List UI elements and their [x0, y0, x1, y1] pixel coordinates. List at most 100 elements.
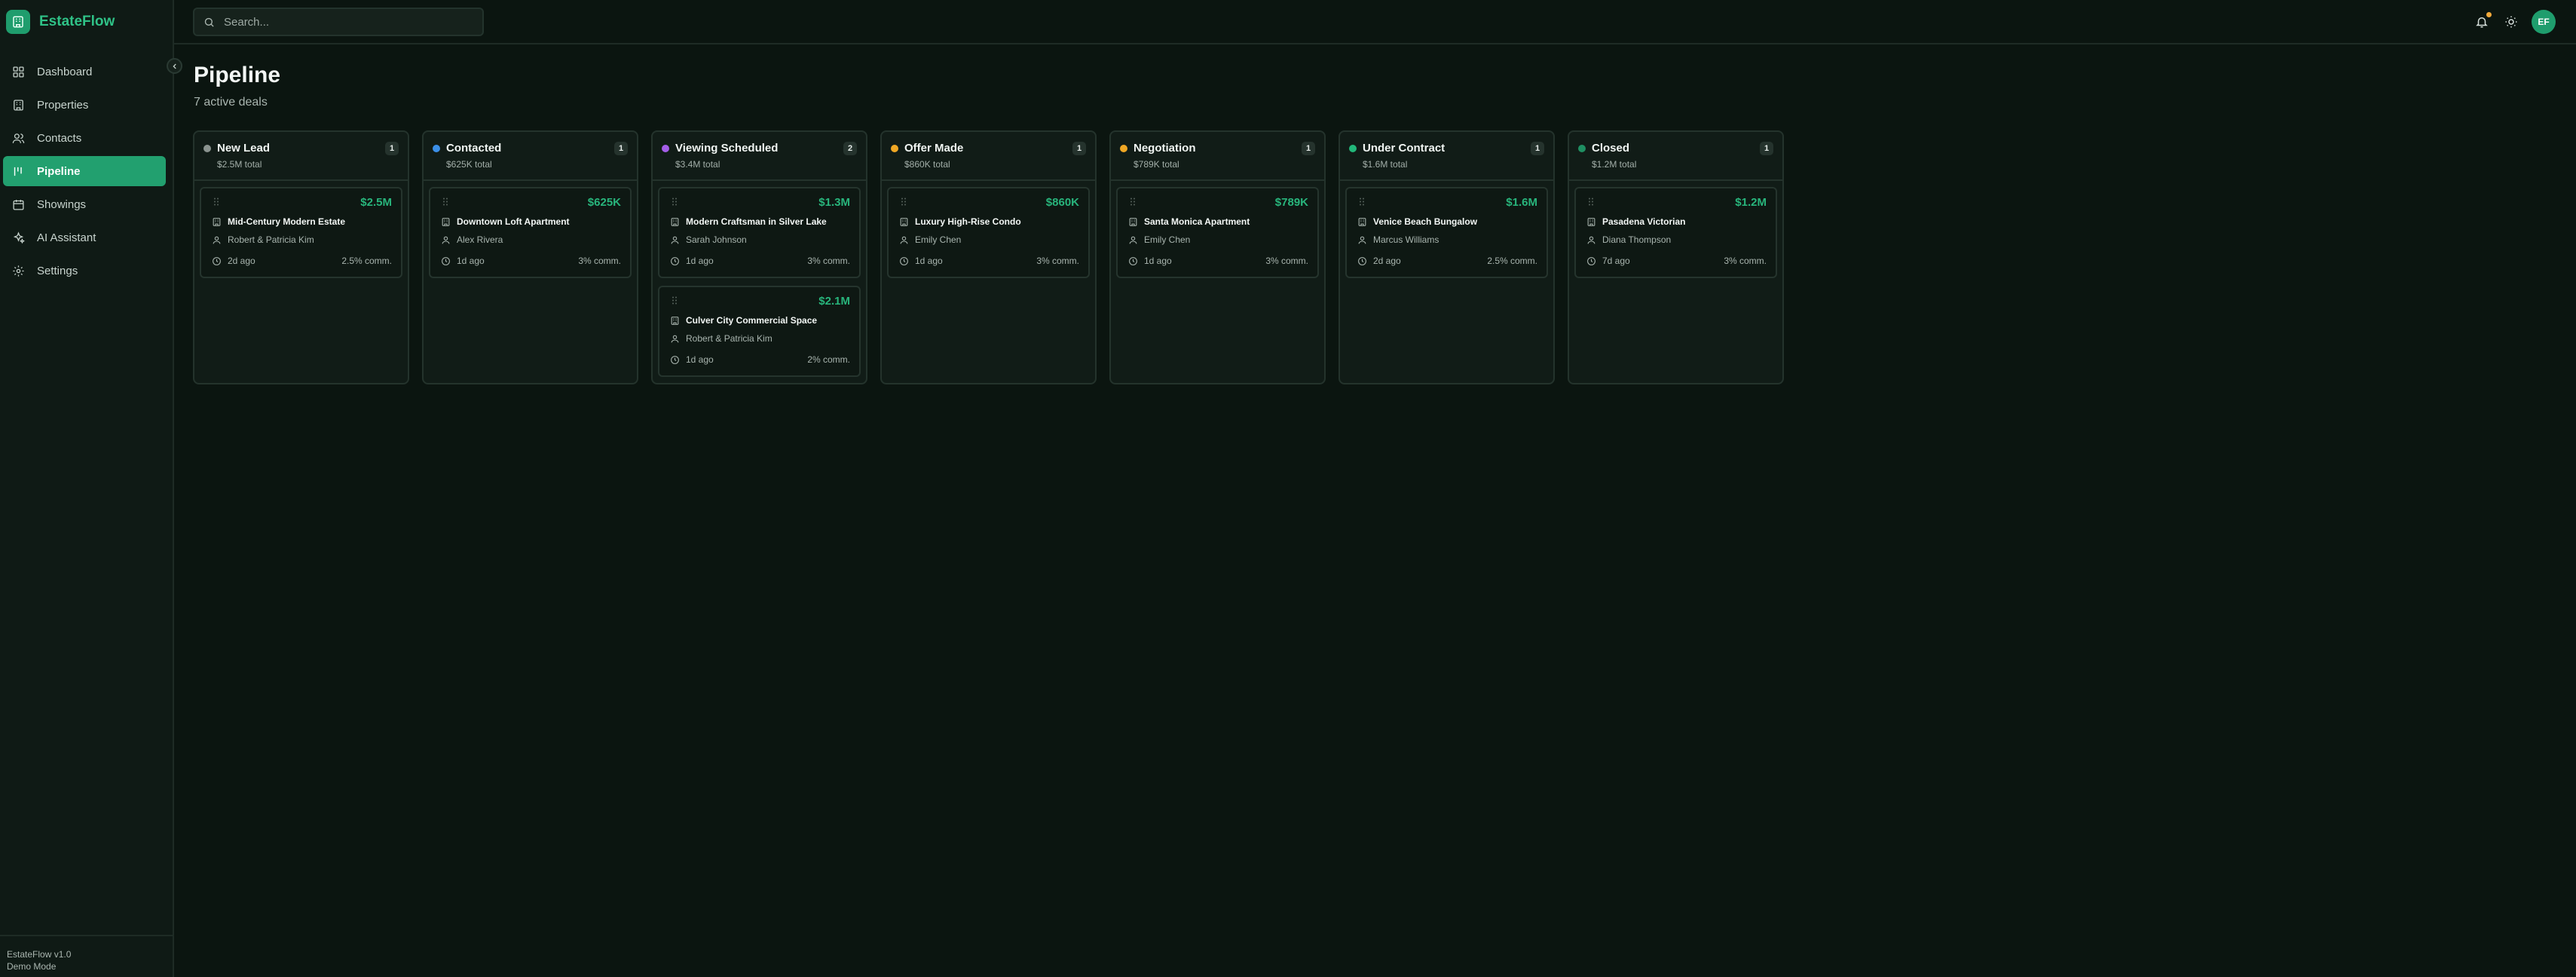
building-icon: [1587, 217, 1595, 226]
sidebar-item-pipeline[interactable]: Pipeline: [3, 156, 166, 186]
column-total: $1.6M total: [1363, 159, 1408, 170]
drag-handle-icon[interactable]: [901, 198, 906, 206]
pipeline-board: New Lead $2.5M total 1 $2.5M Mid-Century Mod…: [193, 130, 1784, 384]
sidebar-item-label: Contacts: [37, 131, 82, 145]
column-title: Under Contract: [1363, 142, 1446, 155]
pipeline-column: Closed $1.2M total 1 $1.2M Pasadena Victoria…: [1568, 130, 1784, 384]
stage-dot: [203, 145, 211, 152]
deal-card[interactable]: $625K Downtown Loft Apartment Alex Rivera 1…: [429, 187, 632, 278]
topbar: EF: [174, 0, 2576, 44]
deal-card[interactable]: $789K Santa Monica Apartment Emily Chen 1d …: [1116, 187, 1319, 278]
sidebar-collapse-button[interactable]: [167, 58, 182, 74]
clock-icon: [213, 256, 221, 265]
theme-toggle-button[interactable]: [2501, 12, 2521, 32]
deal-card[interactable]: $1.2M Pasadena Victorian Diana Thompson 7d …: [1574, 187, 1777, 278]
sidebar-item-label: Properties: [37, 98, 89, 112]
property-name: Downtown Loft Apartment: [457, 216, 570, 227]
deal-property: Culver City Commercial Space: [670, 315, 817, 326]
deal-commission: 3% comm.: [807, 256, 850, 266]
deal-property: Luxury High-Rise Condo: [899, 216, 1021, 227]
deal-card[interactable]: $1.3M Modern Craftsman in Silver Lake Sara…: [658, 187, 861, 278]
column-cards: $1.2M Pasadena Victorian Diana Thompson 7d …: [1569, 181, 1782, 292]
column-total: $789K total: [1134, 159, 1179, 170]
building-icon: [442, 217, 450, 226]
column-header: Negotiation $789K total 1: [1111, 132, 1324, 181]
sidebar-item-label: Pipeline: [37, 164, 81, 178]
drag-handle-icon[interactable]: [1360, 198, 1364, 206]
stage-dot: [662, 145, 669, 152]
sidebar-item-showings[interactable]: Showings: [3, 189, 166, 219]
search-box[interactable]: [193, 8, 484, 36]
deal-property: Modern Craftsman in Silver Lake: [670, 216, 827, 227]
column-header: New Lead $2.5M total 1: [194, 132, 408, 181]
deal-property: Downtown Loft Apartment: [441, 216, 570, 227]
sidebar-item-dashboard[interactable]: Dashboard: [3, 57, 166, 87]
app-version: EstateFlow v1.0: [7, 949, 72, 960]
drag-handle-icon[interactable]: [672, 198, 677, 206]
building-icon: [14, 99, 23, 111]
drag-handle-icon[interactable]: [443, 198, 448, 206]
drag-handle-icon[interactable]: [214, 198, 219, 206]
column-total: $2.5M total: [217, 159, 262, 170]
sidebar-nav: Dashboard Properties Contacts Pipeline S…: [3, 57, 166, 289]
contact-name: Alex Rivera: [457, 234, 503, 245]
deal-card[interactable]: $860K Luxury High-Rise Condo Emily Chen 1d …: [887, 187, 1090, 278]
user-icon: [213, 236, 221, 243]
deal-contact: Sarah Johnson: [670, 234, 747, 245]
avatar[interactable]: EF: [2532, 10, 2556, 34]
clock-icon: [671, 256, 679, 265]
property-name: Venice Beach Bungalow: [1373, 216, 1478, 227]
pipeline-column: Negotiation $789K total 1 $789K Santa Monica…: [1109, 130, 1326, 384]
column-cards: $625K Downtown Loft Apartment Alex Rivera 1…: [424, 181, 637, 292]
deal-card[interactable]: $2.1M Culver City Commercial Space Robert …: [658, 286, 861, 377]
stage-dot: [1349, 145, 1357, 152]
deal-property: Mid-Century Modern Estate: [212, 216, 345, 227]
deal-age-label: 1d ago: [686, 256, 714, 266]
user-icon: [1129, 236, 1137, 243]
notifications-button[interactable]: [2472, 12, 2492, 32]
sparkles-icon: [13, 231, 25, 243]
drag-handle-icon[interactable]: [1589, 198, 1593, 206]
deal-card[interactable]: $1.6M Venice Beach Bungalow Marcus William…: [1345, 187, 1548, 278]
sidebar-item-contacts[interactable]: Contacts: [3, 123, 166, 153]
stage-dot: [1120, 145, 1127, 152]
contact-name: Marcus Williams: [1373, 234, 1439, 245]
sidebar-item-ai-assistant[interactable]: AI Assistant: [3, 222, 166, 253]
pipeline-column: New Lead $2.5M total 1 $2.5M Mid-Century Mod…: [193, 130, 409, 384]
building-icon: [213, 217, 221, 226]
property-name: Luxury High-Rise Condo: [915, 216, 1021, 227]
search-icon: [204, 17, 214, 27]
dashboard-icon: [13, 66, 24, 78]
app-mode: Demo Mode: [7, 961, 57, 972]
deal-property: Venice Beach Bungalow: [1357, 216, 1477, 227]
deal-age: 2d ago: [1357, 256, 1401, 266]
drag-handle-icon[interactable]: [672, 296, 677, 305]
drag-handle-icon[interactable]: [1130, 198, 1135, 206]
sidebar-item-settings[interactable]: Settings: [3, 256, 166, 286]
sidebar-footer: EstateFlow v1.0 Demo Mode: [0, 935, 173, 972]
column-cards: $860K Luxury High-Rise Condo Emily Chen 1d …: [882, 181, 1095, 292]
column-title: Offer Made: [904, 142, 964, 155]
deal-property: Pasadena Victorian: [1586, 216, 1686, 227]
property-name: Santa Monica Apartment: [1144, 216, 1250, 227]
column-cards: $789K Santa Monica Apartment Emily Chen 1d …: [1111, 181, 1324, 292]
user-icon: [671, 236, 679, 243]
brand[interactable]: EstateFlow: [6, 10, 115, 34]
column-count-badge: 1: [385, 142, 399, 155]
users-icon: [12, 133, 25, 143]
deal-card[interactable]: $2.5M Mid-Century Modern Estate Robert & P…: [200, 187, 402, 278]
sidebar: EstateFlow Dashboard Properties Contacts: [0, 0, 174, 977]
pipeline-icon: [14, 167, 22, 176]
sidebar-item-properties[interactable]: Properties: [3, 90, 166, 120]
contact-name: Emily Chen: [915, 234, 962, 245]
clock-icon: [442, 256, 450, 265]
sun-icon: [2505, 16, 2517, 28]
column-header: Offer Made $860K total 1: [882, 132, 1095, 181]
clock-icon: [1129, 256, 1137, 265]
column-header: Closed $1.2M total 1: [1569, 132, 1782, 181]
deal-age: 1d ago: [670, 256, 714, 266]
deal-commission: 3% comm.: [1724, 256, 1767, 266]
property-name: Modern Craftsman in Silver Lake: [686, 216, 827, 227]
search-input[interactable]: [222, 14, 474, 29]
user-icon: [1358, 236, 1366, 243]
